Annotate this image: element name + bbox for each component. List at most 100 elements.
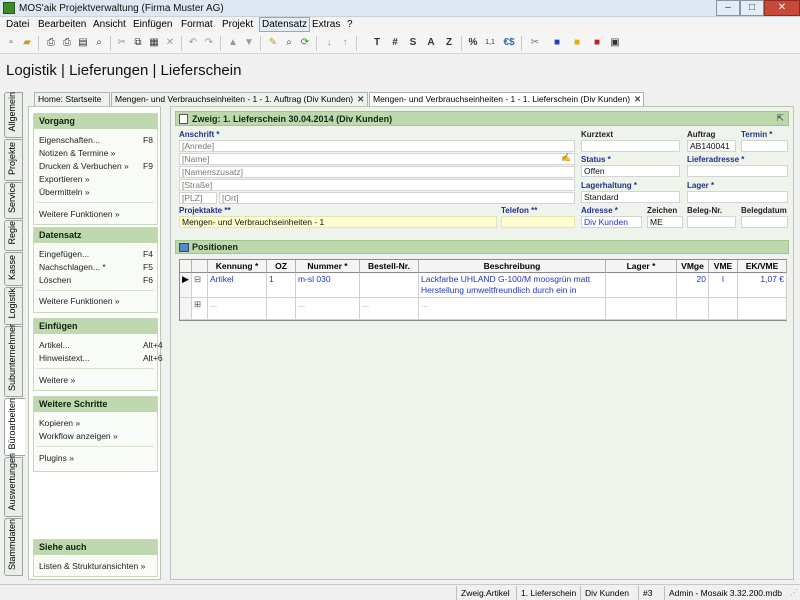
link-notizen-termine[interactable]: Notizen & Termine » xyxy=(39,148,115,158)
link-weitere[interactable]: Weitere » xyxy=(39,375,75,385)
menu-einfuegen[interactable]: Einfügen xyxy=(133,19,172,30)
move-down-icon[interactable]: ▼ xyxy=(242,36,256,50)
anrede-field[interactable]: [Anrede] xyxy=(179,140,575,152)
table-cell[interactable] xyxy=(360,273,419,298)
link-workflow[interactable]: Workflow anzeigen » xyxy=(39,431,118,441)
table-cell[interactable]: m-sl 030 xyxy=(296,273,360,298)
ort-field[interactable]: [Ort] xyxy=(219,192,575,204)
table-cell[interactable] xyxy=(709,298,738,320)
column-header[interactable]: VMge xyxy=(677,260,709,273)
link-artikel[interactable]: Artikel... Alt+4 xyxy=(39,340,163,350)
resize-grip-icon[interactable]: ⋰ xyxy=(790,588,798,597)
vtab-kasse[interactable]: Kasse xyxy=(4,252,23,286)
link-drucken-verbuchen[interactable]: Drucken & Verbuchen » F9 xyxy=(39,161,153,171)
menu-help[interactable]: ? xyxy=(347,19,353,30)
projektakte-field[interactable]: Mengen- und Verbrauchseinheiten - 1 xyxy=(179,216,497,228)
vtab-subunternehmer[interactable]: Subunternehmer xyxy=(4,324,23,397)
user-red-icon[interactable]: ■ xyxy=(590,36,604,50)
cut-icon[interactable]: ✂ xyxy=(115,36,129,50)
telefon-field[interactable] xyxy=(501,216,575,228)
zoom-icon[interactable]: ⌕ xyxy=(92,36,106,50)
menu-format[interactable]: Format xyxy=(181,19,213,30)
table-cell[interactable]: ... xyxy=(360,298,419,320)
menu-datensatz[interactable]: Datensatz xyxy=(259,17,311,32)
column-header[interactable]: Bestell-Nr. xyxy=(360,260,419,273)
link-weitere-funktionen[interactable]: Weitere Funktionen » xyxy=(39,209,120,219)
table-cell[interactable] xyxy=(738,298,787,320)
expand-row-icon[interactable]: ⊞ xyxy=(192,298,208,320)
copy-icon[interactable]: ⧉ xyxy=(131,36,145,50)
vtab-logistik[interactable]: Logistik xyxy=(4,287,23,325)
menu-datei[interactable]: Datei xyxy=(6,19,29,30)
delete-icon[interactable]: ✕ xyxy=(163,36,177,50)
vtab-bueroarbeiten[interactable]: Büroarbeiten xyxy=(4,398,25,456)
find-icon[interactable]: ⌕ xyxy=(282,36,296,50)
link-eigenschaften[interactable]: Eigenschaften... F8 xyxy=(39,135,153,145)
format-z-icon[interactable]: Z xyxy=(442,36,456,50)
percent-icon[interactable]: % xyxy=(466,36,480,50)
table-cell[interactable]: Lackfarbe UHLAND G-100/M moosgrün matt H… xyxy=(419,273,606,298)
vtab-allgemein[interactable]: Allgemein xyxy=(4,92,23,138)
table-cell[interactable] xyxy=(606,273,677,298)
undo-icon[interactable]: ↶ xyxy=(186,36,200,50)
column-header[interactable]: Lager * xyxy=(606,260,677,273)
table-cell[interactable]: Artikel xyxy=(208,273,267,298)
link-nachschlagen[interactable]: Nachschlagen... * F5 xyxy=(39,262,153,272)
window-layout-icon[interactable]: ▣ xyxy=(608,36,622,50)
link-listen-strukturansichten[interactable]: Listen & Strukturansichten » xyxy=(39,561,145,571)
link-uebermitteln[interactable]: Übermitteln » xyxy=(39,187,90,197)
table-cell[interactable] xyxy=(267,298,296,320)
link-kopieren[interactable]: Kopieren » xyxy=(39,418,80,428)
status-field[interactable]: Offen xyxy=(581,165,680,177)
table-cell[interactable] xyxy=(606,298,677,320)
vtab-regie[interactable]: Regie xyxy=(4,220,23,251)
link-hinweistext[interactable]: Hinweistext... Alt+6 xyxy=(39,353,163,363)
namenszusatz-field[interactable]: [Namenszusatz] xyxy=(179,166,575,178)
plz-field[interactable]: [PLZ] xyxy=(179,192,217,204)
user-blue-icon[interactable]: ■ xyxy=(550,36,564,50)
minimize-button[interactable]: – xyxy=(716,0,740,16)
current-row-marker-icon[interactable]: ▶ xyxy=(180,273,192,298)
tab-startseite[interactable]: Home: Startseite xyxy=(34,92,110,106)
number-format-icon[interactable]: # xyxy=(388,36,402,50)
column-header[interactable]: OZ xyxy=(267,260,296,273)
format-s-icon[interactable]: S xyxy=(406,36,420,50)
adresse-field[interactable]: Div Kunden xyxy=(581,216,642,228)
collapse-icon[interactable]: ⇱ xyxy=(776,113,784,124)
table-cell[interactable] xyxy=(677,298,709,320)
strasse-field[interactable]: [Straße] xyxy=(179,179,575,191)
vtab-stammdaten[interactable]: Stammdaten xyxy=(4,518,23,576)
link-loeschen[interactable]: Löschen F6 xyxy=(39,275,153,285)
maximize-button[interactable]: □ xyxy=(740,0,764,16)
vtab-service[interactable]: Service xyxy=(4,182,23,219)
new-document-icon[interactable]: ▫ xyxy=(4,36,18,50)
sort-ascending-icon[interactable]: ↓ xyxy=(322,36,336,50)
lagerhaltung-field[interactable]: Standard xyxy=(581,191,680,203)
table-cell[interactable]: ... xyxy=(208,298,267,320)
belegdatum-field[interactable] xyxy=(741,216,788,228)
user-yellow-icon[interactable]: ■ xyxy=(570,36,584,50)
menu-extras[interactable]: Extras xyxy=(312,19,340,30)
table-cell[interactable]: ... xyxy=(419,298,606,320)
lager-field[interactable] xyxy=(687,191,788,203)
column-header[interactable]: Nummer * xyxy=(296,260,360,273)
address-lookup-icon[interactable]: ✍ xyxy=(559,153,573,165)
move-up-icon[interactable]: ▲ xyxy=(226,36,240,50)
table-cell[interactable]: 1,07 € xyxy=(738,273,787,298)
table-cell[interactable]: ... xyxy=(296,298,360,320)
print-preview-icon[interactable]: ⎙ xyxy=(60,36,74,50)
table-cell[interactable]: l xyxy=(709,273,738,298)
zeichen-field[interactable]: ME xyxy=(647,216,683,228)
link-weitere-funktionen[interactable]: Weitere Funktionen » xyxy=(39,296,120,306)
refresh-icon[interactable]: ⟳ xyxy=(298,36,312,50)
link-exportieren[interactable]: Exportieren » xyxy=(39,174,90,184)
close-tab-icon[interactable]: ✕ xyxy=(357,94,364,104)
column-header[interactable]: Kennung * xyxy=(208,260,267,273)
column-header[interactable]: VME xyxy=(709,260,738,273)
text-format-icon[interactable]: T xyxy=(370,36,384,50)
row-selector[interactable] xyxy=(180,298,192,320)
paste-icon[interactable]: ▦ xyxy=(147,36,161,50)
edit-pencil-icon[interactable]: ✎ xyxy=(266,36,280,50)
open-folder-icon[interactable]: ▰ xyxy=(20,36,34,50)
currency-icon[interactable]: €$ xyxy=(502,36,516,50)
